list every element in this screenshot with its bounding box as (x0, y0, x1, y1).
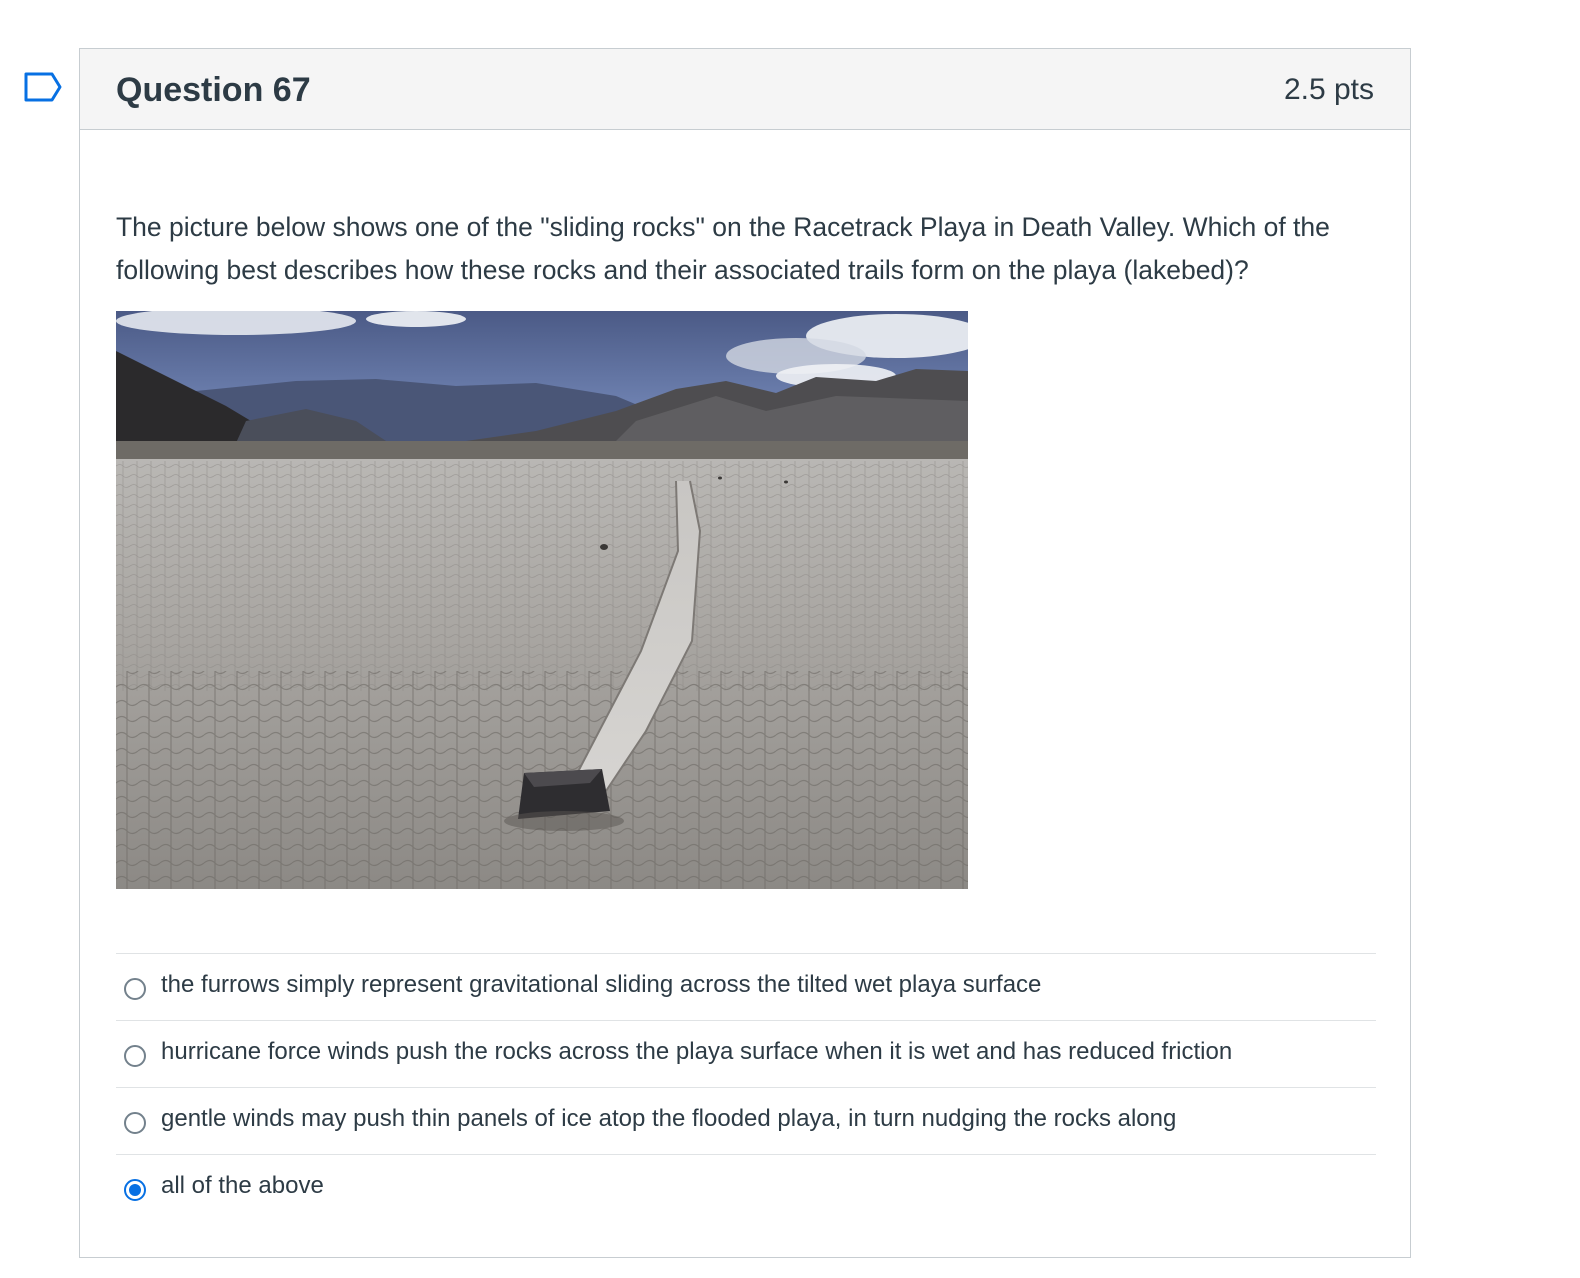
answer-option-4[interactable]: all of the above (116, 1154, 1376, 1221)
radio-button[interactable] (124, 1045, 146, 1067)
answer-option-2[interactable]: hurricane force winds push the rocks acr… (116, 1020, 1376, 1087)
answer-list: the furrows simply represent gravitation… (116, 953, 1376, 1221)
question-points: 2.5 pts (1283, 73, 1374, 106)
flag-question-icon[interactable] (24, 72, 62, 102)
question-title: Question 67 (116, 71, 311, 109)
radio-button-selected[interactable] (124, 1179, 146, 1201)
answer-label[interactable]: hurricane force winds push the rocks acr… (161, 1038, 1232, 1066)
answer-label[interactable]: gentle winds may push thin panels of ice… (161, 1105, 1176, 1133)
answer-label[interactable]: the furrows simply represent gravitation… (161, 971, 1041, 999)
question-header: Question 67 2.5 pts (80, 49, 1410, 130)
answer-label[interactable]: all of the above (161, 1172, 324, 1200)
radio-button[interactable] (124, 978, 146, 1000)
answer-option-1[interactable]: the furrows simply represent gravitation… (116, 953, 1376, 1020)
sliding-rock-photo (116, 311, 968, 889)
answer-option-3[interactable]: gentle winds may push thin panels of ice… (116, 1087, 1376, 1154)
question-text: The picture below shows one of the "slid… (116, 212, 1330, 285)
question-card: Question 67 2.5 pts The picture below sh… (79, 48, 1411, 1258)
radio-button[interactable] (124, 1112, 146, 1134)
